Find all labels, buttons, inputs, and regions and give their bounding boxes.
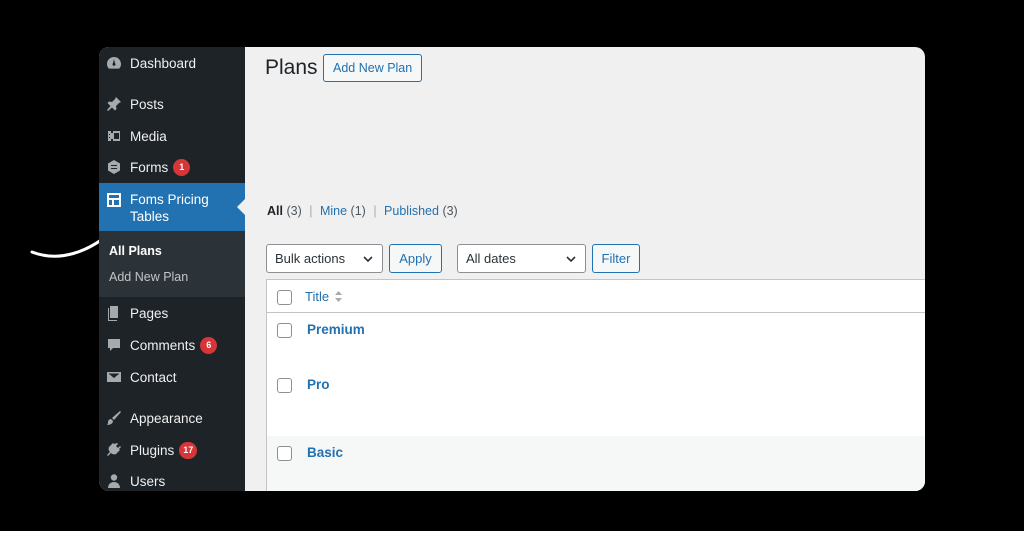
sidebar-item-contact[interactable]: Contact: [99, 363, 245, 391]
sidebar-item-label: Dashboard: [130, 55, 197, 71]
filter-button[interactable]: Filter: [592, 244, 640, 273]
title-column-header[interactable]: Title: [305, 289, 343, 304]
sidebar-item-forms[interactable]: Forms 1: [99, 153, 245, 181]
sidebar-item-label: Posts: [130, 96, 164, 112]
sidebar-item-label: Foms Pricing Tables: [130, 192, 209, 224]
sidebar-item-posts[interactable]: Posts: [99, 90, 245, 118]
view-all[interactable]: All: [267, 204, 283, 218]
submenu-add-new-plan[interactable]: Add New Plan: [109, 270, 188, 284]
pin-icon: [106, 96, 122, 112]
bottom-strip: [0, 531, 1024, 538]
sort-icon: [335, 291, 343, 302]
sidebar-item-label: Pages: [130, 305, 169, 321]
plugin-icon: [106, 442, 122, 458]
view-published-count: (3): [442, 204, 458, 218]
comments-count-badge: 6: [200, 336, 218, 354]
add-new-plan-button[interactable]: Add New Plan: [323, 54, 423, 82]
plugins-count-badge: 17: [179, 441, 198, 459]
paintbrush-icon: [106, 410, 122, 426]
page-title: Plans: [265, 56, 318, 79]
pricing-tables-submenu: All Plans Add New Plan: [99, 231, 245, 297]
sidebar-item-pricing-tables[interactable]: Foms Pricing Tables: [99, 183, 245, 231]
media-icon: [106, 128, 122, 144]
table-header: Title: [267, 280, 925, 313]
view-published[interactable]: Published: [384, 204, 439, 218]
sidebar-item-appearance[interactable]: Appearance: [99, 404, 245, 432]
dates-select[interactable]: All dates: [457, 244, 586, 273]
row-checkbox[interactable]: [277, 378, 292, 393]
table-row: Premium: [267, 313, 925, 368]
forms-icon: [106, 159, 122, 175]
sidebar-item-comments[interactable]: Comments 6: [99, 331, 245, 359]
table-row: Pro: [267, 368, 925, 436]
view-all-count: (3): [286, 204, 302, 218]
comment-icon: [106, 337, 122, 353]
sidebar-item-label: Plugins: [130, 442, 175, 458]
dates-value: All dates: [466, 251, 516, 266]
chevron-down-icon: [566, 256, 576, 263]
sidebar-item-dashboard[interactable]: Dashboard: [99, 49, 245, 77]
bulk-actions-select[interactable]: Bulk actions: [266, 244, 383, 273]
mail-icon: [106, 369, 122, 385]
chevron-down-icon: [363, 256, 373, 263]
sidebar-item-label: Comments: [130, 337, 196, 353]
view-mine[interactable]: Mine: [320, 204, 347, 218]
sidebar-item-label: Contact: [130, 369, 177, 385]
table-row: Basic: [267, 436, 925, 491]
pages-icon: [106, 305, 122, 321]
select-all-checkbox[interactable]: [277, 290, 292, 305]
subsubsub-views: All (3) | Mine (1) | Published (3): [267, 204, 458, 218]
dashboard-icon: [106, 55, 122, 71]
submenu-all-plans[interactable]: All Plans: [109, 244, 162, 258]
title-column-label: Title: [305, 289, 330, 304]
plans-table: Title Premium Pro Basic: [266, 279, 925, 491]
sidebar-item-label: Media: [130, 128, 167, 144]
admin-sidebar: Dashboard Posts Media Forms 1 Foms Prici…: [99, 47, 245, 491]
main-content: Plans Add New Plan All (3) | Mine (1) | …: [245, 47, 925, 491]
view-mine-count: (1): [350, 204, 366, 218]
sidebar-item-pages[interactable]: Pages: [99, 299, 245, 327]
row-title-link[interactable]: Pro: [307, 377, 330, 392]
user-icon: [106, 473, 122, 489]
views-separator: |: [373, 204, 377, 218]
row-title-link[interactable]: Premium: [307, 322, 365, 337]
active-menu-pointer: [237, 199, 245, 215]
sidebar-item-label: Appearance: [130, 410, 203, 426]
row-title-link[interactable]: Basic: [307, 445, 343, 460]
sidebar-item-media[interactable]: Media: [99, 122, 245, 150]
wp-admin-window: Dashboard Posts Media Forms 1 Foms Prici…: [99, 47, 925, 491]
sidebar-item-users[interactable]: Users: [99, 467, 245, 491]
sidebar-item-label: Users: [130, 473, 166, 489]
bulk-actions-value: Bulk actions: [275, 251, 346, 266]
forms-count-badge: 1: [173, 158, 191, 176]
views-separator: |: [309, 204, 313, 218]
apply-button[interactable]: Apply: [389, 244, 442, 273]
sidebar-item-label: Forms: [130, 159, 169, 175]
sidebar-item-plugins[interactable]: Plugins 17: [99, 436, 245, 464]
table-icon: [106, 192, 122, 208]
row-checkbox[interactable]: [277, 323, 292, 338]
row-checkbox[interactable]: [277, 446, 292, 461]
